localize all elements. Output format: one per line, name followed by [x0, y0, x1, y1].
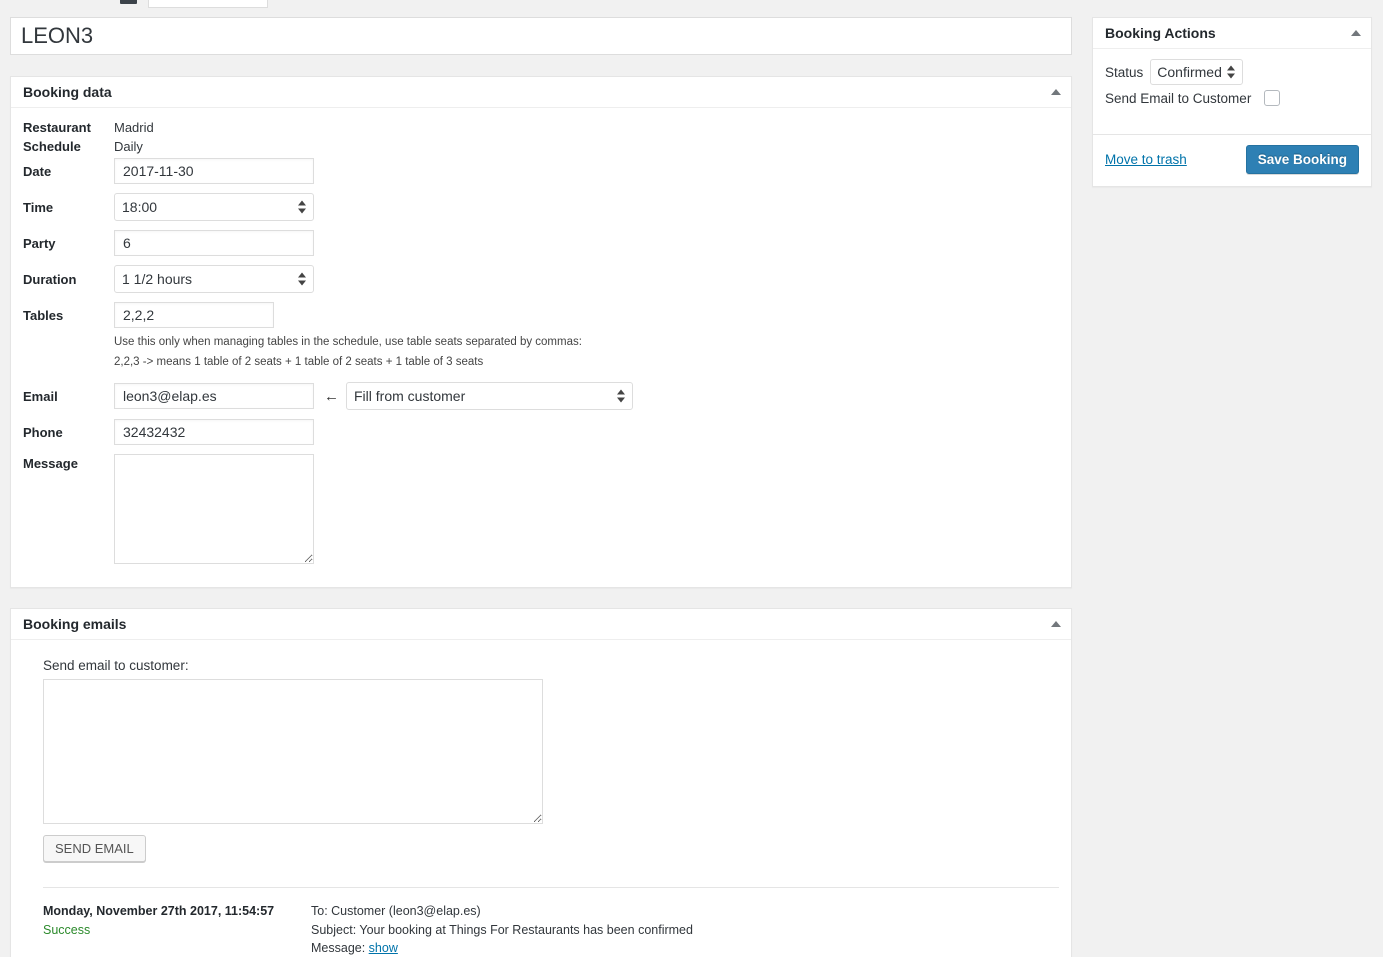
message-label: Message [23, 456, 78, 472]
schedule-label: Schedule [23, 139, 81, 154]
top-cropped-toolbar [0, 0, 1383, 12]
status-label: Status [1105, 64, 1144, 80]
email-log-status: Success [43, 923, 91, 937]
email-log-entry: Monday, November 27th 2017, 11:54:57 Suc… [11, 888, 1071, 957]
date-label: Date [23, 163, 52, 179]
restaurant-value: Madrid [114, 120, 154, 135]
admin-page: Booking data Restaurant Madrid Schedule … [0, 0, 1383, 957]
send-email-label: Send email to customer: [43, 658, 189, 674]
send-email-textarea[interactable] [43, 679, 543, 825]
send-email-customer-checkbox[interactable] [1264, 90, 1281, 106]
party-input[interactable] [114, 230, 314, 256]
booking-emails-panel: Booking emails Send email to customer: S… [10, 608, 1072, 957]
email-input[interactable] [114, 383, 314, 410]
tables-input[interactable] [114, 302, 274, 328]
booking-actions-body: Status Confirmed Send Email to Customer [1093, 49, 1371, 123]
date-input[interactable] [114, 158, 314, 184]
email-log-to: To: Customer (leon3@elap.es) [311, 904, 481, 919]
email-log-show-link[interactable]: show [369, 941, 398, 955]
email-label: Email [23, 388, 58, 404]
duration-select-wrap: 1 1/2 hours [114, 265, 314, 293]
time-select-wrap: 18:00 [114, 193, 314, 221]
chevron-up-icon[interactable] [1351, 30, 1361, 36]
tables-help-line-1: Use this only when managing tables in th… [114, 336, 582, 348]
time-label: Time [23, 199, 54, 215]
cropped-input[interactable] [148, 0, 268, 8]
email-log-message-prefix: Message: [311, 941, 369, 956]
booking-data-body: Restaurant Madrid Schedule Daily Date Ti… [11, 108, 1071, 587]
booking-data-header[interactable]: Booking data [11, 77, 1071, 108]
email-log-meta: Monday, November 27th 2017, 11:54:57 Suc… [43, 902, 311, 957]
time-row: Time 18:00 [23, 193, 1059, 221]
schedule-value: Daily [114, 139, 143, 154]
tables-label: Tables [23, 307, 64, 323]
booking-actions-footer: Move to trash Save Booking [1093, 135, 1371, 186]
email-log-subject: Subject: Your booking at Things For Rest… [311, 922, 693, 937]
date-row: Date [23, 158, 1059, 184]
message-row: Message [23, 454, 1059, 565]
schedule-row: Schedule Daily [23, 139, 1059, 154]
booking-emails-header[interactable]: Booking emails [11, 609, 1071, 641]
duration-label: Duration [23, 271, 77, 287]
email-log-detail: To: Customer (leon3@elap.es) Subject: Yo… [311, 902, 693, 957]
fill-from-customer-select[interactable]: Fill from customer [346, 382, 633, 411]
tables-row: Tables [23, 302, 1059, 328]
chevron-up-icon[interactable] [1051, 89, 1061, 95]
restaurant-row: Restaurant Madrid [23, 120, 1059, 135]
send-email-customer-label: Send Email to Customer [1105, 90, 1252, 106]
phone-row: Phone [23, 419, 1059, 446]
time-select[interactable]: 18:00 [114, 193, 314, 221]
email-row: Email ← Fill from customer [23, 382, 1059, 411]
save-booking-button[interactable]: Save Booking [1245, 145, 1359, 174]
move-to-trash-link[interactable]: Move to trash [1105, 152, 1187, 167]
media-icon [120, 0, 137, 4]
status-row: Status Confirmed [1105, 59, 1359, 85]
main-column: Booking data Restaurant Madrid Schedule … [10, 17, 1072, 957]
phone-label: Phone [23, 424, 63, 440]
send-email-customer-row: Send Email to Customer [1105, 90, 1359, 106]
chevron-up-icon[interactable] [1051, 621, 1061, 628]
duration-select[interactable]: 1 1/2 hours [114, 265, 314, 293]
post-title-input[interactable] [21, 22, 1061, 50]
booking-actions-title: Booking Actions [1105, 25, 1216, 41]
message-textarea[interactable] [114, 454, 314, 565]
status-select[interactable]: Confirmed [1150, 59, 1244, 85]
restaurant-label: Restaurant [23, 120, 91, 135]
booking-data-panel: Booking data Restaurant Madrid Schedule … [10, 76, 1072, 589]
booking-emails-title: Booking emails [23, 616, 127, 633]
email-log-message: Message: show [311, 939, 693, 957]
party-row: Party [23, 230, 1059, 256]
send-email-button[interactable]: SEND EMAIL [43, 835, 146, 863]
email-log-date: Monday, November 27th 2017, 11:54:57 [43, 904, 275, 919]
status-select-wrap: Confirmed [1150, 59, 1244, 85]
sidebar-column: Booking Actions Status Confirmed Send Em… [1092, 17, 1372, 207]
booking-emails-body: Send email to customer: SEND EMAIL [11, 640, 1071, 863]
booking-actions-header[interactable]: Booking Actions [1093, 18, 1371, 49]
phone-input[interactable] [114, 419, 314, 446]
arrow-left-icon: ← [324, 387, 339, 405]
tables-help-line-2: 2,2,3 -> means 1 table of 2 seats + 1 ta… [114, 356, 484, 369]
fill-from-customer-wrap: Fill from customer [346, 382, 633, 411]
post-title-box[interactable] [10, 17, 1072, 55]
booking-actions-panel: Booking Actions Status Confirmed Send Em… [1092, 17, 1372, 187]
duration-row: Duration 1 1/2 hours [23, 265, 1059, 293]
party-label: Party [23, 235, 56, 251]
booking-data-title: Booking data [23, 84, 112, 100]
